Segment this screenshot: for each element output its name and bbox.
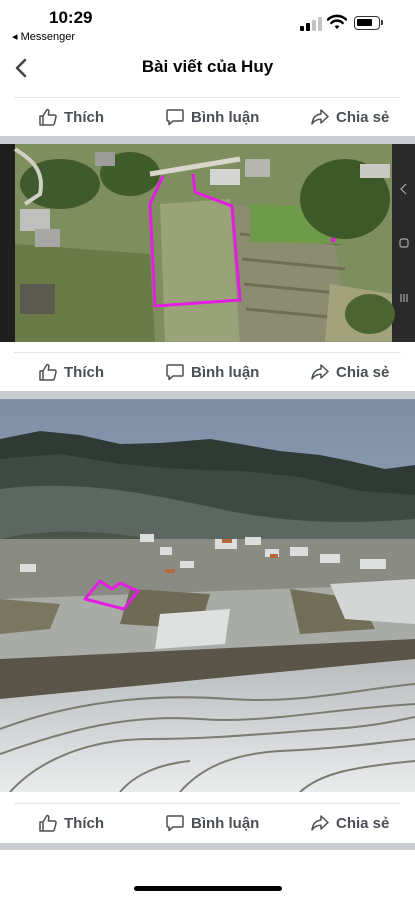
share-label: Chia sẻ — [336, 108, 390, 126]
share-icon — [310, 362, 330, 382]
post-photo-landscape[interactable] — [0, 399, 415, 792]
share-icon — [310, 107, 330, 127]
comment-label: Bình luận — [191, 363, 260, 381]
page-title: Bài viết của Huy — [141, 57, 274, 76]
comment-icon — [165, 107, 185, 127]
share-label: Chia sẻ — [336, 814, 390, 832]
wifi-icon — [326, 14, 348, 35]
navigation-bar: Bài viết của Huy — [0, 44, 415, 90]
thumbs-up-icon — [38, 107, 58, 127]
comment-button[interactable]: Bình luận — [165, 353, 259, 391]
post-actions: Thích Bình luận Chia sẻ — [0, 98, 415, 136]
share-button[interactable]: Chia sẻ — [310, 804, 389, 842]
post-photo-aerial[interactable] — [0, 144, 415, 342]
post-separator — [0, 843, 415, 850]
post-separator — [0, 136, 415, 144]
comment-icon — [165, 813, 185, 833]
post-actions: Thích Bình luận Chia sẻ — [0, 804, 415, 842]
comment-button[interactable]: Bình luận — [165, 804, 259, 842]
post-separator — [0, 391, 415, 399]
thumbs-up-icon — [38, 813, 58, 833]
like-button[interactable]: Thích — [38, 804, 104, 842]
comment-icon — [165, 362, 185, 382]
battery-icon — [354, 16, 383, 30]
home-indicator[interactable] — [134, 886, 282, 891]
comment-button[interactable]: Bình luận — [165, 98, 259, 136]
share-button[interactable]: Chia sẻ — [310, 353, 389, 391]
post-actions: Thích Bình luận Chia sẻ — [0, 353, 415, 391]
like-label: Thích — [64, 363, 104, 381]
like-button[interactable]: Thích — [38, 98, 104, 136]
comment-label: Bình luận — [191, 814, 260, 832]
comment-label: Bình luận — [191, 108, 260, 126]
like-button[interactable]: Thích — [38, 353, 104, 391]
status-bar: 10:29 ◂ Messenger — [0, 0, 415, 44]
share-button[interactable]: Chia sẻ — [310, 98, 389, 136]
share-icon — [310, 813, 330, 833]
cellular-signal-icon — [300, 17, 322, 31]
thumbs-up-icon — [38, 362, 58, 382]
back-to-messenger[interactable]: ◂ Messenger — [12, 30, 75, 43]
share-label: Chia sẻ — [336, 363, 390, 381]
like-label: Thích — [64, 108, 104, 126]
status-time: 10:29 — [49, 8, 93, 27]
like-label: Thích — [64, 814, 104, 832]
